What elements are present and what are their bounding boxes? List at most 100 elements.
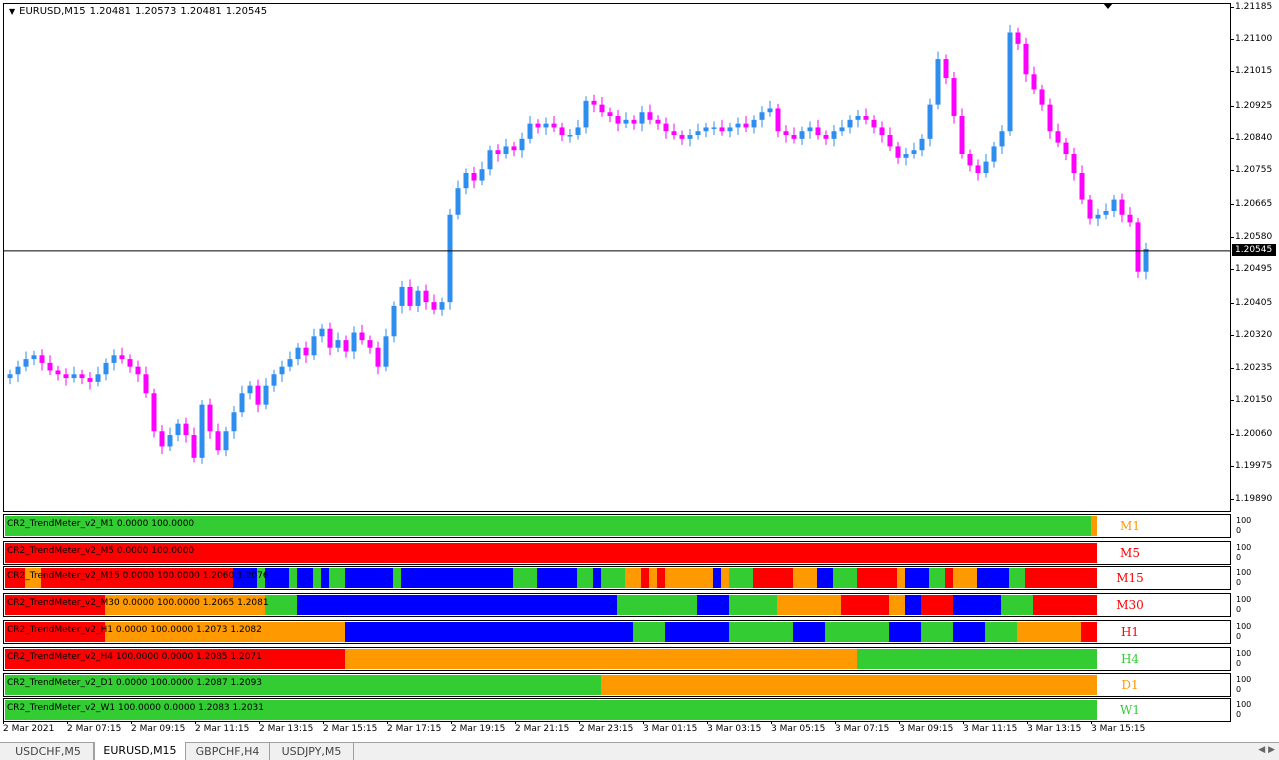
trend-segment <box>393 568 401 588</box>
candle <box>855 109 861 128</box>
candle <box>943 54 949 85</box>
candle <box>431 294 437 315</box>
indicator-label: CR2_TrendMeter_v2_D1 0.0000 100.0000 1.2… <box>7 678 263 688</box>
time-tick-label: 3 Mar 11:15 <box>963 721 1018 734</box>
candle <box>1143 242 1149 280</box>
trend-segment <box>889 595 905 615</box>
dropdown-triangle-icon[interactable]: ▼ <box>9 7 15 16</box>
scale-value: 100 <box>1236 516 1252 525</box>
candle <box>439 297 445 316</box>
trend-segment <box>905 595 921 615</box>
candle <box>831 125 837 147</box>
candle <box>159 425 165 455</box>
candle <box>967 149 973 172</box>
scale-value: 100 <box>1236 649 1252 658</box>
timeframe-label: M30 <box>1116 598 1144 612</box>
candle <box>487 145 493 176</box>
trendmeter-panel-d1[interactable]: CR2_TrendMeter_v2_D1 0.0000 100.0000 1.2… <box>3 673 1231 697</box>
chart-tab-eurusd-m15[interactable]: EURUSD,M15 <box>94 742 186 760</box>
candle <box>479 161 485 186</box>
trend-segment <box>697 595 729 615</box>
trendmeter-panel-w1[interactable]: CR2_TrendMeter_v2_W1 100.0000 0.0000 1.2… <box>3 698 1231 722</box>
candle <box>271 369 277 392</box>
candle <box>167 427 173 451</box>
candle <box>1047 98 1053 139</box>
candle <box>1095 208 1101 227</box>
chart-tab-usdchf-m5[interactable]: USDCHF,M5 <box>3 743 94 760</box>
scale-value: 100 <box>1236 568 1252 577</box>
candle <box>239 385 245 417</box>
scale-value: 0 <box>1236 578 1242 587</box>
price-chart[interactable]: ▼ EURUSD,M15 1.20481 1.20573 1.20481 1.2… <box>3 3 1231 512</box>
trendmeter-panel-m1[interactable]: CR2_TrendMeter_v2_M1 0.0000 100.0000 M1 <box>3 514 1231 538</box>
trend-segment <box>753 568 793 588</box>
trend-segment <box>345 568 393 588</box>
candle <box>871 115 877 134</box>
candle <box>95 366 101 387</box>
candle <box>583 96 589 134</box>
trend-segment <box>593 568 601 588</box>
time-tick-label: 3 Mar 13:15 <box>1027 721 1082 734</box>
trend-segment <box>857 568 897 588</box>
candle <box>55 365 61 381</box>
time-tick-label: 2 Mar 21:15 <box>515 721 570 734</box>
candle <box>367 335 373 354</box>
candle <box>759 106 765 128</box>
trend-segment <box>321 568 329 588</box>
trend-segment <box>1009 568 1025 588</box>
low-value: 1.20481 <box>180 6 222 17</box>
candle <box>639 106 645 132</box>
chart-tab-usdjpy-m5[interactable]: USDJPY,M5 <box>270 743 354 760</box>
candle <box>471 166 477 189</box>
trend-segment <box>297 568 313 588</box>
chart-shift-marker-icon[interactable] <box>1103 3 1113 9</box>
candle <box>999 125 1005 155</box>
indicator-scale: 100 0 <box>1236 675 1251 695</box>
trend-segment <box>633 622 665 642</box>
candle <box>127 354 133 373</box>
price-tick-label: 1.19890 <box>1230 493 1273 504</box>
trendmeter-panel-m15[interactable]: CR2_TrendMeter_v2_M15 0.0000 100.0000 1.… <box>3 566 1231 590</box>
candle <box>175 419 181 442</box>
price-axis[interactable]: 1.21185 1.21100 1.21015 1.20925 1.20840 1.207… <box>1230 0 1279 515</box>
trendmeter-panel-m30[interactable]: CR2_TrendMeter_v2_M30 0.0000 100.0000 1.… <box>3 593 1231 617</box>
candle <box>751 115 757 134</box>
candle <box>703 122 709 138</box>
price-tick-label: 1.20755 <box>1230 165 1273 176</box>
candle <box>1007 24 1013 136</box>
candle <box>575 119 581 140</box>
timeframe-label: W1 <box>1120 703 1140 717</box>
price-tick-label: 1.20840 <box>1230 132 1273 143</box>
candle <box>63 368 69 386</box>
price-tick-label: 1.20235 <box>1230 362 1273 373</box>
trendmeter-panel-h1[interactable]: CR2_TrendMeter_v2_H1 0.0000 100.0000 1.2… <box>3 620 1231 644</box>
candle <box>975 159 981 181</box>
indicator-scale: 100 0 <box>1236 568 1251 588</box>
trendmeter-panel-h4[interactable]: CR2_TrendMeter_v2_H4 100.0000 0.0000 1.2… <box>3 647 1231 671</box>
candle <box>783 125 789 143</box>
candle <box>1087 195 1093 225</box>
chart-tab-gbpchf-h4[interactable]: GBPCHF,H4 <box>186 743 270 760</box>
candle <box>463 168 469 195</box>
time-axis[interactable]: 2 Mar 2021 2 Mar 07:15 2 Mar 09:15 2 Mar 11… <box>0 721 1231 740</box>
candle <box>255 379 261 413</box>
candle <box>47 355 53 376</box>
candlestick-plot <box>4 24 1230 464</box>
trend-segment <box>649 568 657 588</box>
trend-segment <box>1091 516 1097 536</box>
candle <box>839 119 845 136</box>
candle <box>1023 37 1029 82</box>
candle <box>607 107 613 123</box>
candle <box>343 335 349 358</box>
trend-segment <box>929 568 945 588</box>
chart-tab-bar: ◀ ▶ USDCHF,M5 EURUSD,M15 GBPCHF,H4 USDJPY,M… <box>0 742 1279 760</box>
tab-scroll-arrows-icon[interactable]: ◀ ▶ <box>1258 745 1275 755</box>
trendmeter-panel-m5[interactable]: CR2_TrendMeter_v2_M5 0.0000 100.0000 M5 <box>3 541 1231 565</box>
price-tick-label: 1.21015 <box>1230 66 1273 77</box>
candle <box>551 116 557 132</box>
candle <box>415 286 421 312</box>
price-tick-label: 1.20580 <box>1230 231 1273 242</box>
candle <box>743 116 749 132</box>
trend-segment <box>721 568 729 588</box>
timeframe-label: H4 <box>1120 652 1140 666</box>
